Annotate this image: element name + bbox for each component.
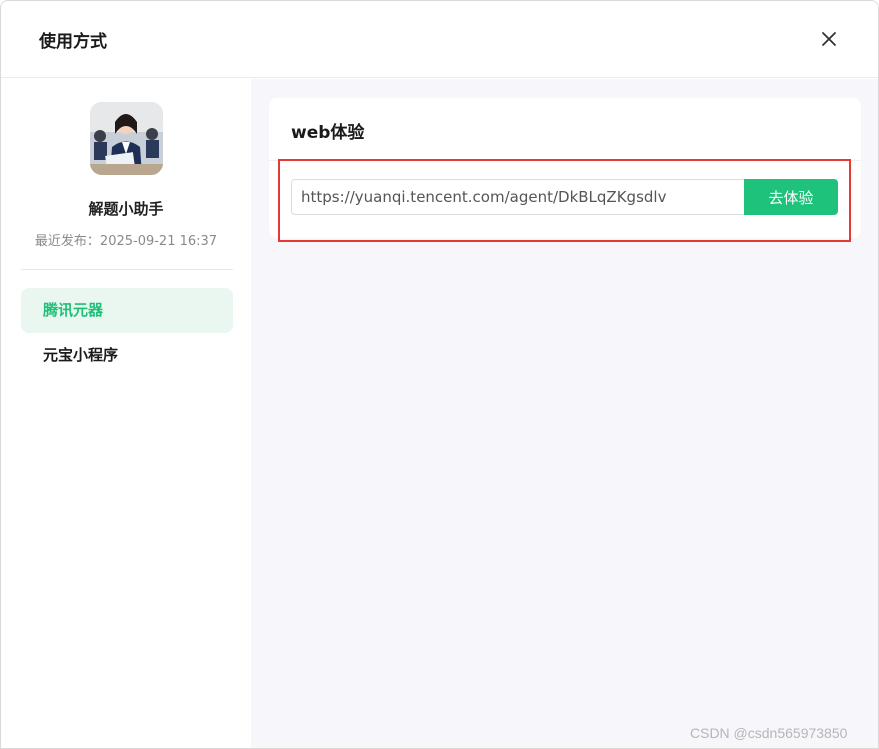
dialog-header: 使用方式	[1, 1, 878, 78]
agent-url-input[interactable]	[291, 179, 745, 215]
watermark: CSDN @csdn565973850	[690, 725, 848, 741]
try-button[interactable]: 去体验	[744, 179, 838, 215]
sidebar-item-tencent-yuanqi[interactable]: 腾讯元器	[21, 288, 233, 333]
card-title: web体验	[291, 123, 365, 143]
close-icon[interactable]	[817, 27, 841, 51]
usage-dialog: 使用方式 解题小助手 最近发布：2025-09-21 16:37 腾讯元器 元宝…	[0, 0, 879, 749]
sidebar-divider	[21, 269, 233, 270]
sidebar-item-yuanbao-miniprogram[interactable]: 元宝小程序	[21, 333, 233, 378]
web-experience-card: web体验	[269, 98, 861, 238]
dialog-title: 使用方式	[39, 32, 107, 52]
publish-date: 最近发布：2025-09-21 16:37	[34, 234, 218, 249]
assistant-avatar	[90, 102, 163, 175]
card-divider	[269, 160, 861, 161]
sidebar: 解题小助手 最近发布：2025-09-21 16:37 腾讯元器 元宝小程序	[1, 79, 251, 748]
app-name: 解题小助手	[88, 200, 164, 218]
